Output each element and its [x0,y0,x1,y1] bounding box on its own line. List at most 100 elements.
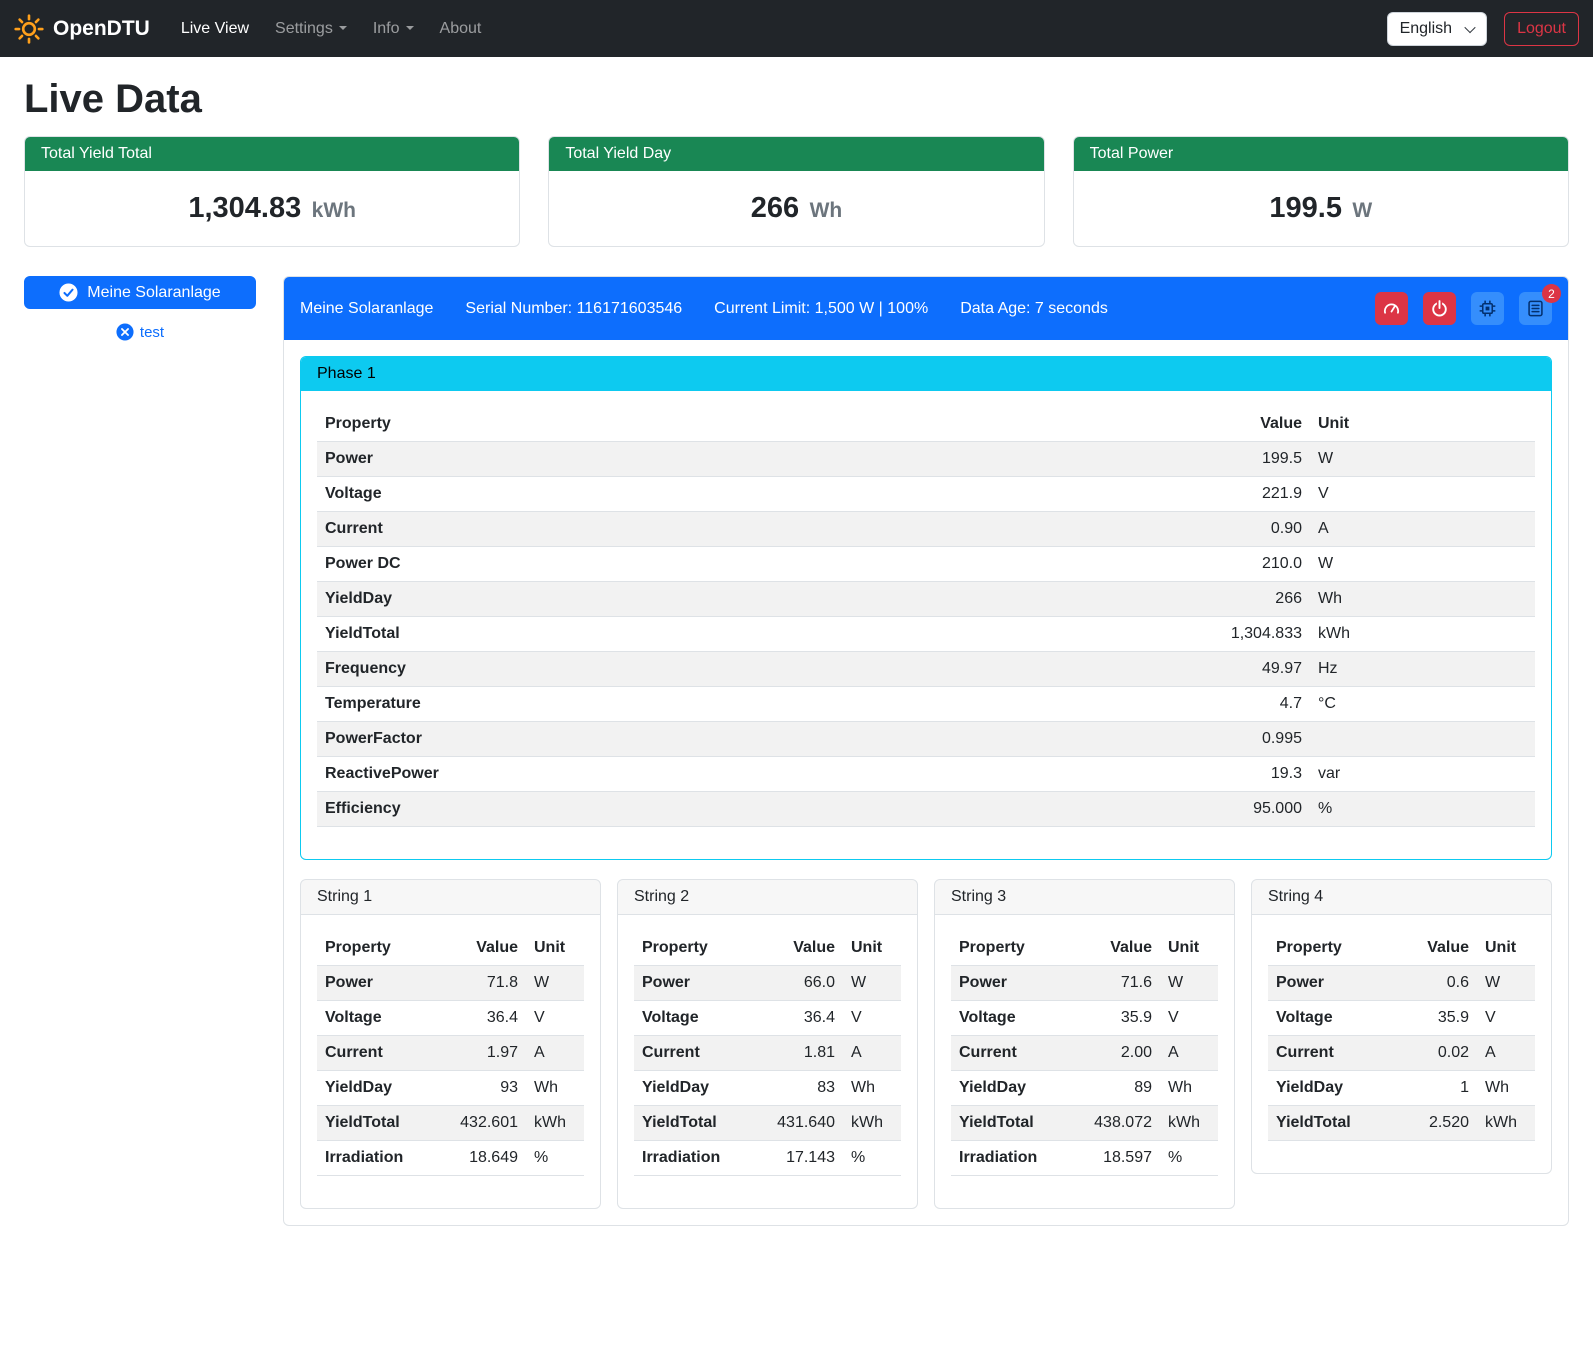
property-cell: YieldDay [951,1071,1076,1106]
unit-cell: W [1310,442,1535,477]
string-table: Property Value Unit Power [951,931,1218,1176]
property-cell: Current [634,1036,759,1071]
string-card-2: String 2 Property Value Unit [617,879,918,1209]
property-cell: YieldTotal [317,1106,442,1141]
brand[interactable]: OpenDTU [14,14,150,44]
language-select[interactable]: English [1387,12,1487,46]
page-title: Live Data [24,77,1569,122]
property-cell: Power [317,966,442,1001]
unit-cell: V [1310,477,1535,512]
value-cell: 18.597 [1076,1141,1160,1176]
value-cell: 71.8 [442,966,526,1001]
table-row: Current 1.97 A [317,1036,584,1071]
property-cell: Power DC [317,547,1170,582]
value-cell: 0.6 [1393,966,1477,1001]
table-row: Voltage 35.9 V [951,1001,1218,1036]
value-cell: 199.5 [1170,442,1310,477]
unit-cell: A [1310,512,1535,547]
inverter-select-label: Meine Solaranlage [87,284,220,302]
inverter-item-test[interactable]: test [24,323,256,341]
phase-card-body: Property Value Unit Power 199.5 [301,391,1551,859]
value-cell: 2.00 [1076,1036,1160,1071]
column-header-value: Value [1170,407,1310,442]
column-header-unit: Unit [843,931,901,966]
value-cell: 71.6 [1076,966,1160,1001]
inverter-limit: Current Limit: 1,500 W | 100% [714,300,928,318]
logout-button[interactable]: Logout [1504,12,1579,46]
table-header-row: Property Value Unit [1268,931,1535,966]
unit-cell: kWh [1477,1106,1535,1141]
value-cell: 35.9 [1393,1001,1477,1036]
unit-cell: W [526,966,584,1001]
string-table: Property Value Unit Power [317,931,584,1176]
navbar: OpenDTU Live View Settings Info About En… [0,0,1593,57]
nav-live-view[interactable]: Live View [168,12,262,46]
column-header-value: Value [759,931,843,966]
value-cell: 438.072 [1076,1106,1160,1141]
property-cell: Irradiation [317,1141,442,1176]
table-row: Irradiation 18.597 % [951,1141,1218,1176]
inverter-select-button[interactable]: Meine Solaranlage [24,276,256,309]
summary-card-title: Total Yield Day [549,137,1043,171]
inverter-action-buttons: 2 [1375,292,1552,325]
value-cell: 36.4 [759,1001,843,1036]
cpu-icon [1478,299,1497,318]
table-row: YieldDay 266 Wh [317,582,1535,617]
journal-icon [1526,299,1545,318]
table-row: Temperature 4.7 °C [317,687,1535,722]
table-row: YieldTotal 432.601 kWh [317,1106,584,1141]
value-cell: 95.000 [1170,792,1310,827]
value-cell: 49.97 [1170,652,1310,687]
summary-card: Total Power 199.5 W [1073,136,1569,247]
summary-unit: W [1352,199,1372,222]
column-header-property: Property [634,931,759,966]
table-row: YieldTotal 2.520 kWh [1268,1106,1535,1141]
event-log-button[interactable]: 2 [1519,292,1552,325]
property-cell: Power [1268,966,1393,1001]
property-cell: Voltage [317,477,1170,512]
table-row: Power 71.6 W [951,966,1218,1001]
power-button[interactable] [1423,292,1456,325]
chevron-down-icon [406,26,414,30]
property-cell: PowerFactor [317,722,1170,757]
string-card-4: String 4 Property Value Unit [1251,879,1552,1174]
summary-card-body: 266 Wh [549,171,1043,246]
value-cell: 1,304.833 [1170,617,1310,652]
strings-row: String 1 Property Value Unit [300,879,1552,1209]
inverter-data-age: Data Age: 7 seconds [960,300,1108,318]
value-cell: 0.995 [1170,722,1310,757]
unit-cell: kWh [843,1106,901,1141]
table-row: Efficiency 95.000 % [317,792,1535,827]
column-header-property: Property [317,407,1170,442]
column-header-unit: Unit [526,931,584,966]
nav-info[interactable]: Info [360,12,427,46]
unit-cell [1310,722,1535,757]
value-cell: 4.7 [1170,687,1310,722]
inverter-name: Meine Solaranlage [300,300,433,318]
event-count-badge: 2 [1542,284,1561,303]
nav-info-label: Info [373,20,400,37]
property-cell: Voltage [1268,1001,1393,1036]
unit-cell: V [526,1001,584,1036]
column-header-value: Value [442,931,526,966]
string-card-title: String 2 [618,880,917,915]
nav-settings-label: Settings [275,20,333,37]
value-cell: 1.97 [442,1036,526,1071]
gauge-icon [1382,299,1401,318]
unit-cell: Wh [1160,1071,1218,1106]
table-row: YieldDay 93 Wh [317,1071,584,1106]
unit-cell: Wh [1477,1071,1535,1106]
unit-cell: kWh [526,1106,584,1141]
value-cell: 19.3 [1170,757,1310,792]
nav-settings[interactable]: Settings [262,12,360,46]
property-cell: YieldTotal [317,617,1170,652]
nav-about[interactable]: About [427,12,495,46]
limit-settings-button[interactable] [1375,292,1408,325]
property-cell: YieldTotal [1268,1106,1393,1141]
property-cell: YieldTotal [634,1106,759,1141]
property-cell: YieldTotal [951,1106,1076,1141]
device-info-button[interactable] [1471,292,1504,325]
value-cell: 35.9 [1076,1001,1160,1036]
inverter-card-header: Meine Solaranlage Serial Number: 1161716… [284,277,1568,340]
string-card-3: String 3 Property Value Unit [934,879,1235,1209]
